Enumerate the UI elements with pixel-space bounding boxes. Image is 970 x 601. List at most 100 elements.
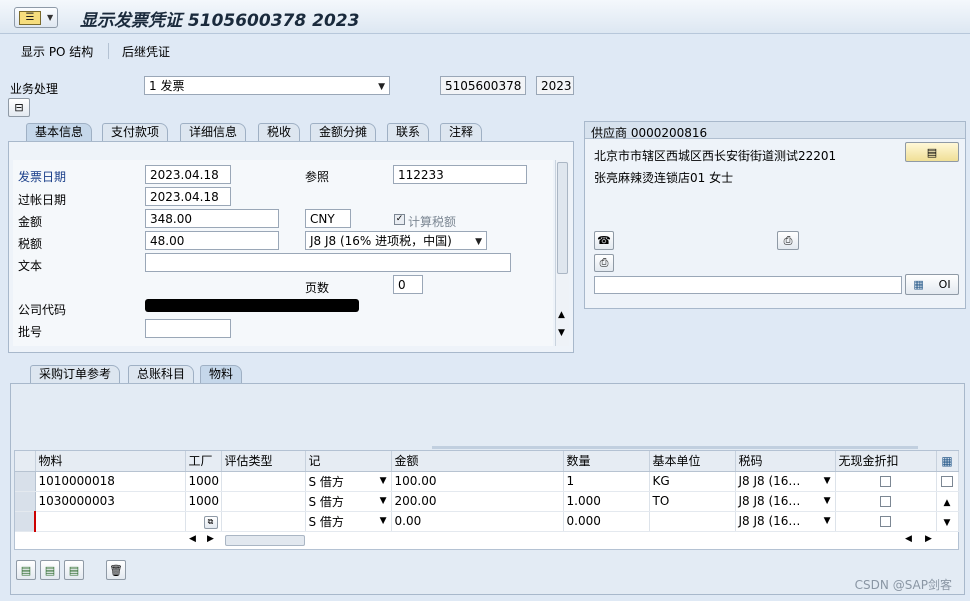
tab-amount-split[interactable]: 金额分摊 — [310, 123, 377, 141]
fax-button[interactable]: ⎙ — [594, 254, 614, 272]
phone-button[interactable]: ☎ — [594, 231, 614, 250]
invoice-date-field[interactable]: 2023.04.18 — [145, 165, 231, 184]
posting-date-field[interactable]: 2023.04.18 — [145, 187, 231, 206]
tax-code-cell[interactable]: J8 J8 (16… ▼ — [735, 491, 836, 512]
debit-credit-cell[interactable]: S 借方 ▼ — [305, 491, 392, 512]
amount-field[interactable]: 348.00 — [145, 209, 279, 228]
batch-field[interactable] — [145, 319, 231, 338]
scrollbar-thumb[interactable] — [557, 162, 568, 274]
tax-code-cell[interactable]: J8 J8 (16… ▼ — [735, 471, 836, 492]
tree-toggle-button[interactable]: ⊟ — [8, 98, 30, 117]
plant-cell[interactable]: 1000 — [185, 491, 222, 512]
row-selector[interactable] — [15, 511, 36, 532]
vertical-scrollbar[interactable]: ▲ ▼ — [555, 160, 569, 346]
tax-code-value: J8 J8 (16… — [738, 474, 801, 488]
follow-on-documents-button[interactable]: 后继凭证 — [122, 43, 170, 60]
valuation-type-cell[interactable] — [221, 471, 306, 492]
col-tax-code[interactable]: 税码 — [735, 451, 836, 472]
table-settings-cell[interactable]: ▦ — [936, 451, 959, 472]
tab-contact[interactable]: 联系 — [387, 123, 430, 141]
system-menu-button[interactable]: ☰ ▼ — [14, 7, 58, 28]
tab-tax[interactable]: 税收 — [258, 123, 301, 141]
show-po-structure-button[interactable]: 显示 PO 结构 — [21, 43, 93, 60]
calc-tax-checkbox[interactable]: ✓ — [394, 212, 405, 226]
col-amount[interactable]: 金额 — [391, 451, 564, 472]
scroll-up-icon[interactable]: ▲ — [944, 498, 951, 508]
text-field[interactable] — [145, 253, 511, 272]
select-block-button[interactable]: ▤ — [40, 560, 60, 580]
material-cell[interactable]: 1010000018 — [35, 471, 186, 492]
material-cell[interactable]: 1030000003 — [35, 491, 186, 512]
open-items-button[interactable]: ▦ OI — [905, 274, 959, 295]
reference-field[interactable]: 112233 — [393, 165, 527, 184]
valuation-type-cell[interactable] — [221, 491, 306, 512]
select-all-cell[interactable] — [15, 451, 36, 472]
col-no-cash-discount[interactable]: 无现金折扣 — [835, 451, 937, 472]
valuation-type-cell[interactable] — [221, 511, 306, 532]
transaction-select[interactable]: 1 发票 ▼ — [144, 76, 390, 95]
plant-cell[interactable]: 1000 — [185, 471, 222, 492]
bottom-tab-strip: 采购订单参考 总账科目 物料 — [14, 365, 414, 384]
tab-details[interactable]: 详细信息 — [180, 123, 247, 141]
amount-cell[interactable]: 0.00 — [391, 511, 564, 532]
col-material[interactable]: 物料 — [35, 451, 186, 472]
base-unit-cell[interactable]: TO — [649, 491, 736, 512]
tab-gl-account[interactable]: 总账科目 — [128, 365, 195, 383]
quantity-cell[interactable]: 1.000 — [563, 491, 650, 512]
plant-cell[interactable]: ⧉ — [185, 511, 222, 532]
material-cell[interactable] — [34, 511, 186, 532]
tab-material[interactable]: 物料 — [200, 365, 243, 383]
scroll-left-icon[interactable]: ◀ — [189, 534, 196, 544]
scroll-right-icon[interactable]: ▶ — [925, 534, 932, 544]
no-cash-discount-checkbox[interactable] — [880, 496, 891, 507]
scrollbar-thumb[interactable] — [225, 535, 305, 546]
amount-cell[interactable]: 100.00 — [391, 471, 564, 492]
vendor-bank-field[interactable] — [594, 276, 902, 294]
fiscal-year-field[interactable]: 2023 — [536, 76, 574, 95]
document-number-field[interactable]: 5105600378 — [440, 76, 526, 95]
page-count-field[interactable]: 0 — [393, 275, 423, 294]
toolbar-separator — [108, 43, 109, 59]
quantity-cell[interactable]: 1 — [563, 471, 650, 492]
row-selector[interactable] — [15, 491, 36, 512]
tax-code-cell[interactable]: J8 J8 (16… ▼ — [735, 511, 836, 532]
scroll-left-icon[interactable]: ◀ — [905, 534, 912, 544]
tax-code-select[interactable]: J8 J8 (16% 进项税，中国) ▼ — [305, 231, 487, 250]
deselect-all-button[interactable]: ▤ — [64, 560, 84, 580]
scroll-down-icon[interactable]: ▼ — [558, 328, 565, 338]
horizontal-scrollbar-right[interactable]: ◀ ▶ — [903, 533, 943, 548]
print-button[interactable]: ⎙ — [777, 231, 799, 250]
col-plant[interactable]: 工厂 — [185, 451, 222, 472]
posting-date-label: 过帐日期 — [18, 193, 67, 207]
row-scroll-cell: ▼ — [936, 511, 959, 532]
currency-field[interactable]: CNY — [305, 209, 351, 228]
debit-credit-cell[interactable]: S 借方 ▼ — [305, 471, 392, 492]
tab-po-reference[interactable]: 采购订单参考 — [30, 365, 121, 383]
horizontal-scrollbar-left[interactable]: ◀ ▶ — [187, 533, 327, 548]
tab-payment[interactable]: 支付款项 — [102, 123, 169, 141]
no-cash-discount-checkbox[interactable] — [880, 516, 891, 527]
amount-cell[interactable]: 200.00 — [391, 491, 564, 512]
scroll-down-icon[interactable]: ▼ — [944, 518, 951, 528]
col-debit-credit[interactable]: 记 — [305, 451, 392, 472]
select-all-button[interactable]: ▤ — [16, 560, 36, 580]
tab-notes[interactable]: 注释 — [440, 123, 483, 141]
col-base-unit[interactable]: 基本单位 — [649, 451, 736, 472]
base-unit-cell[interactable] — [649, 511, 736, 532]
value-help-icon[interactable]: ⧉ — [203, 515, 218, 529]
col-valuation-type[interactable]: 评估类型 — [221, 451, 306, 472]
row-selector[interactable] — [15, 471, 36, 492]
col-quantity[interactable]: 数量 — [563, 451, 650, 472]
page-title: 显示发票凭证 5105600378 2023 — [80, 11, 360, 31]
base-unit-cell[interactable]: KG — [649, 471, 736, 492]
scroll-right-icon[interactable]: ▶ — [207, 534, 214, 544]
tax-amount-field[interactable]: 48.00 — [145, 231, 279, 250]
delete-row-button[interactable]: 🗑 — [106, 560, 126, 580]
scroll-up-icon[interactable]: ▲ — [558, 310, 565, 320]
quantity-cell[interactable]: 0.000 — [563, 511, 650, 532]
no-cash-discount-checkbox[interactable] — [880, 476, 891, 487]
tab-basic-info[interactable]: 基本信息 — [26, 123, 93, 141]
table-scroll-thumb[interactable] — [941, 476, 953, 487]
vendor-detail-button[interactable]: ▤ — [905, 142, 959, 162]
debit-credit-cell[interactable]: S 借方 ▼ — [305, 511, 392, 532]
